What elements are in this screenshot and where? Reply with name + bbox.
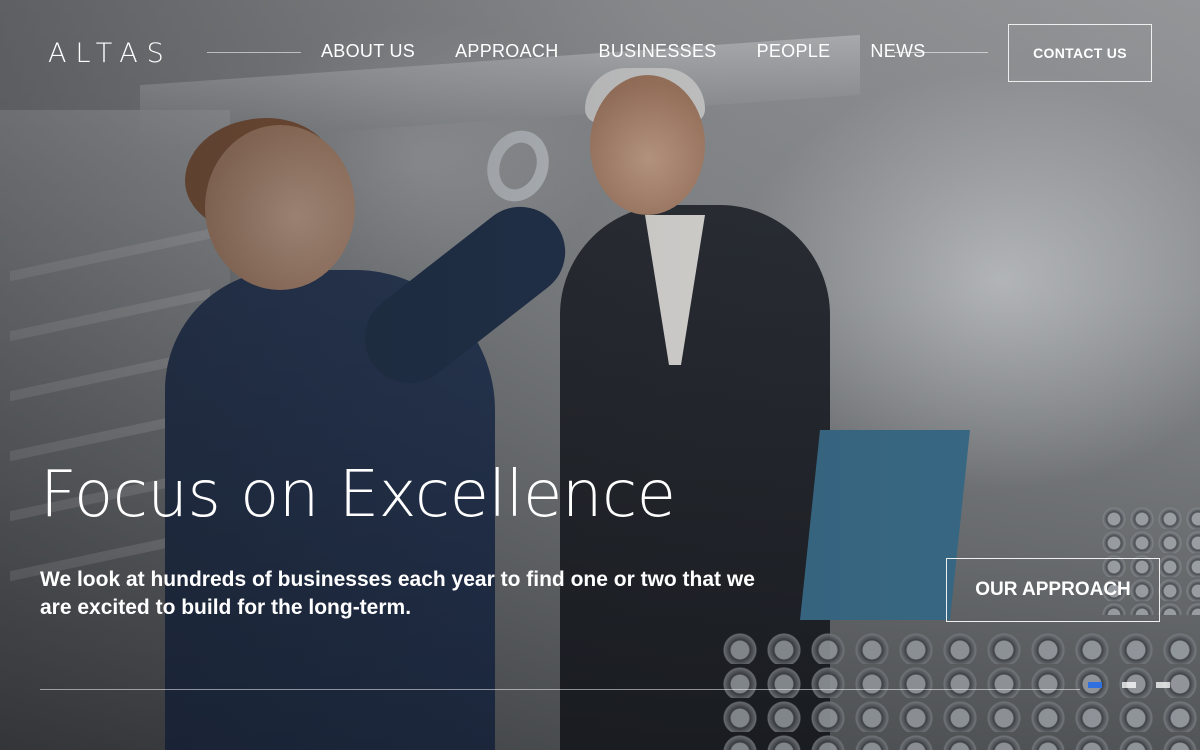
site-logo[interactable]: ALTAS (48, 38, 173, 69)
main-nav: ABOUT US APPROACH BUSINESSES PEOPLE NEWS (321, 41, 926, 62)
nav-businesses[interactable]: BUSINESSES (599, 41, 717, 62)
slide-dot-3[interactable] (1156, 682, 1170, 688)
slider-pagination (1088, 682, 1170, 688)
slide-dot-1[interactable] (1088, 682, 1102, 688)
hero-headline: Focus on Excellence (40, 458, 676, 532)
slide-dot-2[interactable] (1122, 682, 1136, 688)
header-divider-right (894, 52, 988, 53)
header-divider-left (207, 52, 301, 53)
nav-people[interactable]: PEOPLE (757, 41, 831, 62)
hero-subtext: We look at hundreds of businesses each y… (40, 568, 755, 619)
nav-approach[interactable]: APPROACH (455, 41, 558, 62)
nav-about-us[interactable]: ABOUT US (321, 41, 415, 62)
hero-bottom-divider (40, 689, 1080, 690)
our-approach-button[interactable]: OUR APPROACH (946, 558, 1160, 622)
hero-section: ALTAS ABOUT US APPROACH BUSINESSES PEOPL… (0, 0, 1200, 750)
contact-us-button[interactable]: CONTACT US (1008, 24, 1152, 82)
